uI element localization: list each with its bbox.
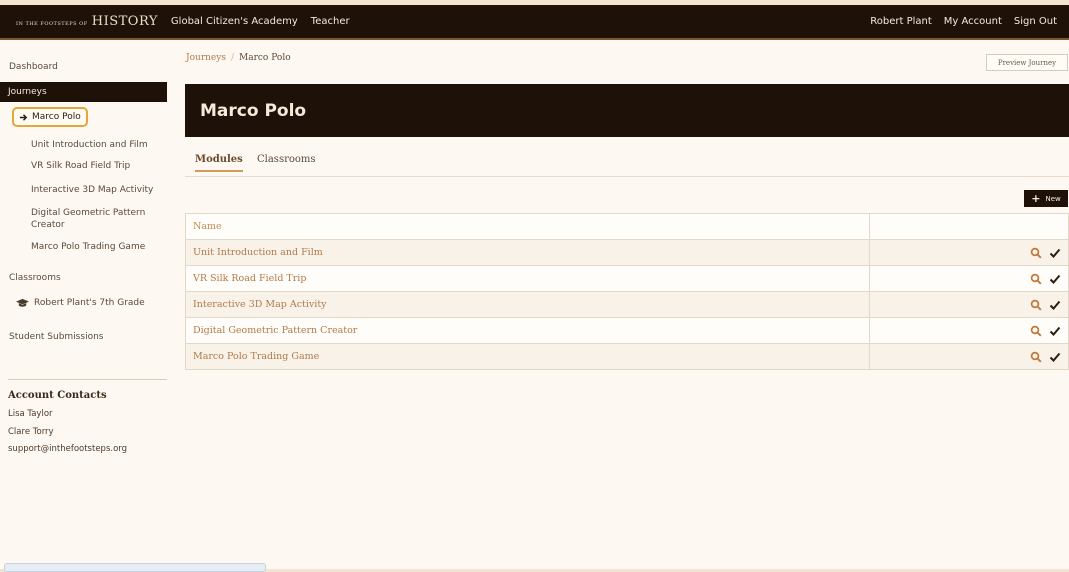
arrow-right-icon [19, 113, 28, 121]
search-icon[interactable] [1030, 325, 1042, 337]
nav-sign-out[interactable]: Sign Out [1014, 16, 1057, 27]
checkmark-icon[interactable] [1049, 299, 1061, 311]
module-name-link[interactable]: Digital Geometric Pattern Creator [185, 317, 870, 344]
brand-name: History [91, 14, 158, 29]
new-module-button[interactable]: + New [1024, 190, 1068, 207]
modules-table: Name Unit Introduction and Film VR Silk … [185, 213, 1069, 370]
table-header-row: Name [185, 213, 1069, 240]
page-header: Marco Polo [185, 84, 1069, 137]
table-row: VR Silk Road Field Trip [185, 265, 1069, 292]
search-icon[interactable] [1030, 247, 1042, 259]
nav-role[interactable]: Teacher [311, 16, 350, 27]
breadcrumb-separator: / [230, 53, 234, 63]
row-actions [869, 343, 1069, 370]
plus-icon: + [1031, 192, 1041, 205]
brand-tagline: In The Footsteps Of [16, 21, 88, 27]
contact-name: Lisa Taylor [8, 409, 53, 419]
tab-classrooms[interactable]: Classrooms [257, 154, 316, 165]
sidebar-divider [8, 379, 167, 380]
sidebar-item-dashboard[interactable]: Dashboard [0, 62, 58, 72]
sidebar-module-3d-map[interactable]: Interactive 3D Map Activity [31, 184, 161, 196]
page-title: Marco Polo [200, 100, 307, 121]
sidebar: Dashboard Journeys Marco Polo Unit Intro… [0, 40, 177, 569]
sidebar-module-vr-silk-road[interactable]: VR Silk Road Field Trip [31, 160, 161, 172]
module-name-link[interactable]: Marco Polo Trading Game [185, 343, 870, 370]
search-icon[interactable] [1030, 273, 1042, 285]
search-icon[interactable] [1030, 351, 1042, 363]
tab-modules[interactable]: Modules [195, 154, 243, 172]
tab-bar: Modules Classrooms [185, 154, 1069, 177]
table-row: Interactive 3D Map Activity [185, 291, 1069, 318]
row-actions [869, 291, 1069, 318]
column-header-name: Name [185, 213, 870, 240]
checkmark-icon[interactable] [1049, 325, 1061, 337]
sidebar-item-student-submissions[interactable]: Student Submissions [0, 332, 103, 342]
breadcrumb: Journeys / Marco Polo [186, 53, 291, 63]
sidebar-item-marco-polo[interactable]: Marco Polo [12, 107, 88, 127]
row-actions [869, 239, 1069, 266]
sidebar-item-journeys[interactable]: Journeys [0, 82, 167, 102]
nav-user-name[interactable]: Robert Plant [870, 16, 932, 27]
sidebar-module-trading-game[interactable]: Marco Polo Trading Game [31, 241, 161, 253]
sidebar-module-pattern-creator[interactable]: Digital Geometric Pattern Creator [31, 207, 161, 231]
module-name-link[interactable]: VR Silk Road Field Trip [185, 265, 870, 292]
checkmark-icon[interactable] [1049, 247, 1061, 259]
top-navigation: In The Footsteps Of History Global Citiz… [0, 5, 1069, 40]
module-name-link[interactable]: Unit Introduction and Film [185, 239, 870, 266]
breadcrumb-journeys[interactable]: Journeys [186, 53, 226, 63]
row-actions [869, 317, 1069, 344]
sidebar-item-classrooms[interactable]: Classrooms [0, 273, 61, 283]
graduation-cap-icon [16, 298, 29, 307]
nav-my-account[interactable]: My Account [944, 16, 1002, 27]
sidebar-module-unit-intro[interactable]: Unit Introduction and Film [31, 139, 161, 151]
breadcrumb-current: Marco Polo [239, 53, 291, 63]
contact-email[interactable]: support@inthefootsteps.org [8, 444, 127, 454]
table-row: Marco Polo Trading Game [185, 343, 1069, 370]
account-contacts-heading: Account Contacts [8, 390, 107, 401]
column-header-actions [869, 213, 1069, 240]
new-button-label: New [1045, 194, 1061, 203]
sidebar-item-label: Robert Plant's 7th Grade [34, 298, 145, 308]
row-actions [869, 265, 1069, 292]
module-name-link[interactable]: Interactive 3D Map Activity [185, 291, 870, 318]
search-icon[interactable] [1030, 299, 1042, 311]
sidebar-item-label: Marco Polo [32, 112, 81, 122]
contact-name: Clare Torry [8, 427, 54, 437]
checkmark-icon[interactable] [1049, 351, 1061, 363]
status-bar-tooltip [4, 563, 266, 572]
app-window: In The Footsteps Of History Global Citiz… [0, 5, 1069, 572]
preview-journey-button[interactable]: Preview Journey [986, 54, 1068, 71]
nav-user-menu: Robert Plant My Account Sign Out [870, 16, 1057, 27]
sidebar-item-classroom[interactable]: Robert Plant's 7th Grade [0, 298, 145, 308]
table-row: Digital Geometric Pattern Creator [185, 317, 1069, 344]
checkmark-icon[interactable] [1049, 273, 1061, 285]
table-row: Unit Introduction and Film [185, 239, 1069, 266]
nav-school[interactable]: Global Citizen's Academy [171, 16, 298, 27]
brand-logo[interactable]: In The Footsteps Of History [16, 14, 158, 29]
